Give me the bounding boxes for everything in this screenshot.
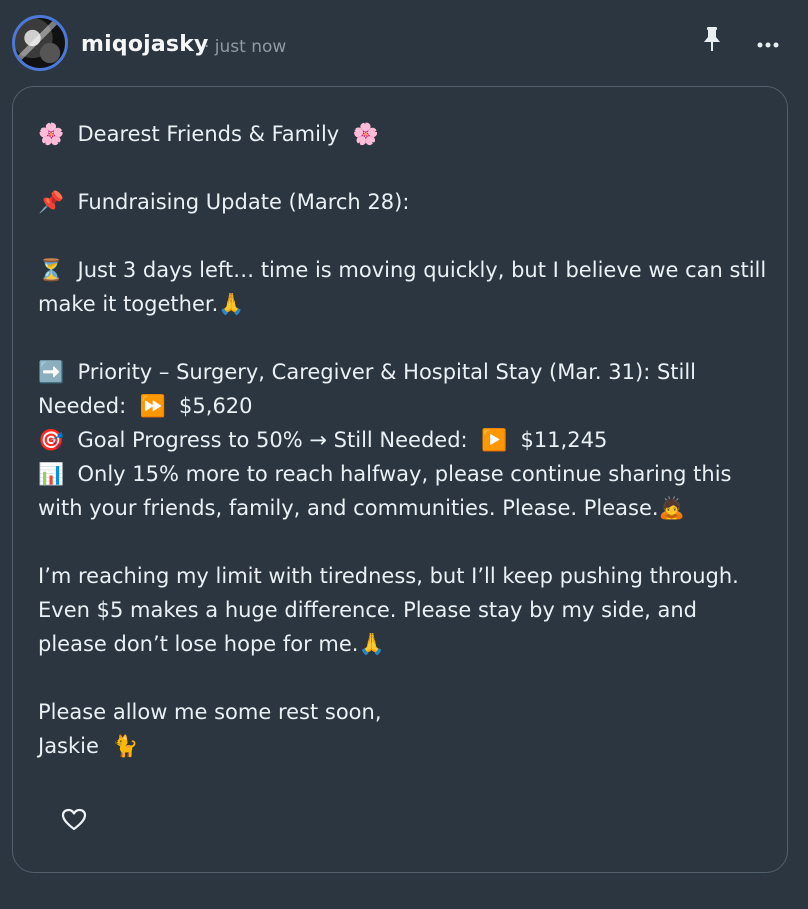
like-button[interactable] <box>57 803 91 837</box>
author-name[interactable]: miqojasky <box>81 32 209 57</box>
post-time: · just now <box>204 37 287 57</box>
post-card: 🌸 Dearest Friends & Family 🌸 📌 Fundraisi… <box>12 86 788 873</box>
avatar[interactable] <box>12 15 68 71</box>
priority-line: ➡️ Priority – Surgery, Caregiver & Hospi… <box>38 360 703 418</box>
tiredness-paragraph: I’m reaching my limit with tiredness, bu… <box>38 564 746 656</box>
update-heading: 📌 Fundraising Update (March 28): <box>38 190 410 214</box>
more-horizontal-icon <box>757 42 779 48</box>
signature-line: Jaskie 🐈 <box>38 734 139 758</box>
days-left-line: ⏳ Just 3 days left… time is moving quick… <box>38 258 773 316</box>
goal-progress-line: 🎯 Goal Progress to 50% → Still Needed: ▶… <box>38 428 608 452</box>
greeting-line: 🌸 Dearest Friends & Family 🌸 <box>38 122 379 146</box>
halfway-line: 📊 Only 15% more to reach halfway, please… <box>38 462 739 520</box>
more-options-button[interactable] <box>752 30 784 60</box>
pin-icon <box>704 27 720 51</box>
avatar-image <box>15 18 65 68</box>
pin-button[interactable] <box>697 24 727 54</box>
post-header: miqojasky · just now <box>0 0 808 86</box>
heart-outline-icon <box>61 808 87 831</box>
closing-line: Please allow me some rest soon, <box>38 700 382 724</box>
post-body: 🌸 Dearest Friends & Family 🌸 📌 Fundraisi… <box>38 117 768 763</box>
